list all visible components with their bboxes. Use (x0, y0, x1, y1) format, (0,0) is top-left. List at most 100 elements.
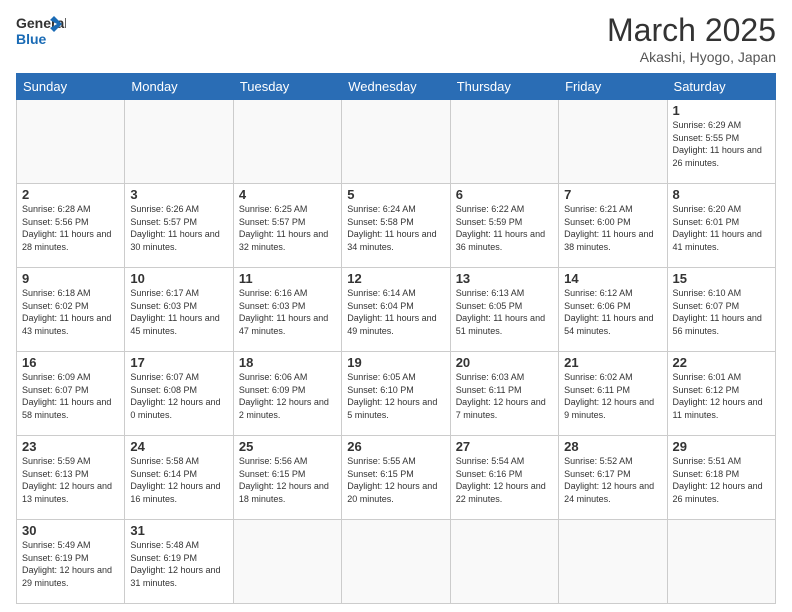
table-cell: 27Sunrise: 5:54 AM Sunset: 6:16 PM Dayli… (450, 436, 558, 520)
day-number: 9 (22, 271, 119, 286)
day-info: Sunrise: 5:59 AM Sunset: 6:13 PM Dayligh… (22, 455, 119, 505)
header-sunday: Sunday (17, 74, 125, 100)
table-cell: 30Sunrise: 5:49 AM Sunset: 6:19 PM Dayli… (17, 520, 125, 604)
day-number: 8 (673, 187, 770, 202)
header-saturday: Saturday (667, 74, 775, 100)
day-info: Sunrise: 6:24 AM Sunset: 5:58 PM Dayligh… (347, 203, 444, 253)
table-cell: 3Sunrise: 6:26 AM Sunset: 5:57 PM Daylig… (125, 184, 233, 268)
table-cell: 1Sunrise: 6:29 AM Sunset: 5:55 PM Daylig… (667, 100, 775, 184)
day-info: Sunrise: 5:49 AM Sunset: 6:19 PM Dayligh… (22, 539, 119, 589)
week-row-6: 30Sunrise: 5:49 AM Sunset: 6:19 PM Dayli… (17, 520, 776, 604)
day-number: 15 (673, 271, 770, 286)
day-info: Sunrise: 6:02 AM Sunset: 6:11 PM Dayligh… (564, 371, 661, 421)
weekday-header-row: Sunday Monday Tuesday Wednesday Thursday… (17, 74, 776, 100)
table-cell (667, 520, 775, 604)
day-number: 7 (564, 187, 661, 202)
table-cell: 19Sunrise: 6:05 AM Sunset: 6:10 PM Dayli… (342, 352, 450, 436)
day-info: Sunrise: 6:16 AM Sunset: 6:03 PM Dayligh… (239, 287, 336, 337)
table-cell: 26Sunrise: 5:55 AM Sunset: 6:15 PM Dayli… (342, 436, 450, 520)
logo: General Blue (16, 12, 66, 50)
table-cell: 13Sunrise: 6:13 AM Sunset: 6:05 PM Dayli… (450, 268, 558, 352)
table-cell (342, 520, 450, 604)
table-cell (342, 100, 450, 184)
table-cell: 10Sunrise: 6:17 AM Sunset: 6:03 PM Dayli… (125, 268, 233, 352)
table-cell: 18Sunrise: 6:06 AM Sunset: 6:09 PM Dayli… (233, 352, 341, 436)
day-number: 1 (673, 103, 770, 118)
table-cell: 12Sunrise: 6:14 AM Sunset: 6:04 PM Dayli… (342, 268, 450, 352)
table-cell: 29Sunrise: 5:51 AM Sunset: 6:18 PM Dayli… (667, 436, 775, 520)
day-info: Sunrise: 6:20 AM Sunset: 6:01 PM Dayligh… (673, 203, 770, 253)
day-number: 31 (130, 523, 227, 538)
table-cell (233, 100, 341, 184)
table-cell: 8Sunrise: 6:20 AM Sunset: 6:01 PM Daylig… (667, 184, 775, 268)
day-number: 6 (456, 187, 553, 202)
day-number: 30 (22, 523, 119, 538)
location: Akashi, Hyogo, Japan (607, 49, 776, 65)
day-number: 26 (347, 439, 444, 454)
day-number: 10 (130, 271, 227, 286)
svg-text:Blue: Blue (16, 31, 47, 47)
title-block: March 2025 Akashi, Hyogo, Japan (607, 12, 776, 65)
table-cell: 20Sunrise: 6:03 AM Sunset: 6:11 PM Dayli… (450, 352, 558, 436)
day-info: Sunrise: 6:06 AM Sunset: 6:09 PM Dayligh… (239, 371, 336, 421)
table-cell: 24Sunrise: 5:58 AM Sunset: 6:14 PM Dayli… (125, 436, 233, 520)
table-cell: 31Sunrise: 5:48 AM Sunset: 6:19 PM Dayli… (125, 520, 233, 604)
table-cell: 6Sunrise: 6:22 AM Sunset: 5:59 PM Daylig… (450, 184, 558, 268)
page: General Blue March 2025 Akashi, Hyogo, J… (0, 0, 792, 612)
day-info: Sunrise: 6:01 AM Sunset: 6:12 PM Dayligh… (673, 371, 770, 421)
table-cell: 23Sunrise: 5:59 AM Sunset: 6:13 PM Dayli… (17, 436, 125, 520)
day-info: Sunrise: 5:55 AM Sunset: 6:15 PM Dayligh… (347, 455, 444, 505)
day-number: 4 (239, 187, 336, 202)
header: General Blue March 2025 Akashi, Hyogo, J… (16, 12, 776, 65)
day-info: Sunrise: 6:18 AM Sunset: 6:02 PM Dayligh… (22, 287, 119, 337)
day-info: Sunrise: 5:56 AM Sunset: 6:15 PM Dayligh… (239, 455, 336, 505)
day-info: Sunrise: 6:05 AM Sunset: 6:10 PM Dayligh… (347, 371, 444, 421)
week-row-5: 23Sunrise: 5:59 AM Sunset: 6:13 PM Dayli… (17, 436, 776, 520)
table-cell: 16Sunrise: 6:09 AM Sunset: 6:07 PM Dayli… (17, 352, 125, 436)
day-info: Sunrise: 6:13 AM Sunset: 6:05 PM Dayligh… (456, 287, 553, 337)
month-title: March 2025 (607, 12, 776, 49)
day-number: 12 (347, 271, 444, 286)
day-info: Sunrise: 6:14 AM Sunset: 6:04 PM Dayligh… (347, 287, 444, 337)
day-info: Sunrise: 6:17 AM Sunset: 6:03 PM Dayligh… (130, 287, 227, 337)
day-number: 5 (347, 187, 444, 202)
day-number: 20 (456, 355, 553, 370)
day-info: Sunrise: 6:03 AM Sunset: 6:11 PM Dayligh… (456, 371, 553, 421)
day-number: 19 (347, 355, 444, 370)
day-number: 11 (239, 271, 336, 286)
day-info: Sunrise: 6:25 AM Sunset: 5:57 PM Dayligh… (239, 203, 336, 253)
table-cell (559, 100, 667, 184)
table-cell: 11Sunrise: 6:16 AM Sunset: 6:03 PM Dayli… (233, 268, 341, 352)
day-number: 23 (22, 439, 119, 454)
day-info: Sunrise: 6:29 AM Sunset: 5:55 PM Dayligh… (673, 119, 770, 169)
table-cell (17, 100, 125, 184)
day-number: 25 (239, 439, 336, 454)
day-number: 18 (239, 355, 336, 370)
day-info: Sunrise: 6:21 AM Sunset: 6:00 PM Dayligh… (564, 203, 661, 253)
table-cell: 7Sunrise: 6:21 AM Sunset: 6:00 PM Daylig… (559, 184, 667, 268)
header-monday: Monday (125, 74, 233, 100)
table-cell: 21Sunrise: 6:02 AM Sunset: 6:11 PM Dayli… (559, 352, 667, 436)
day-number: 28 (564, 439, 661, 454)
table-cell: 2Sunrise: 6:28 AM Sunset: 5:56 PM Daylig… (17, 184, 125, 268)
table-cell (450, 520, 558, 604)
day-info: Sunrise: 6:10 AM Sunset: 6:07 PM Dayligh… (673, 287, 770, 337)
table-cell: 14Sunrise: 6:12 AM Sunset: 6:06 PM Dayli… (559, 268, 667, 352)
week-row-1: 1Sunrise: 6:29 AM Sunset: 5:55 PM Daylig… (17, 100, 776, 184)
header-friday: Friday (559, 74, 667, 100)
day-number: 13 (456, 271, 553, 286)
day-number: 14 (564, 271, 661, 286)
day-info: Sunrise: 6:09 AM Sunset: 6:07 PM Dayligh… (22, 371, 119, 421)
day-number: 27 (456, 439, 553, 454)
day-info: Sunrise: 5:54 AM Sunset: 6:16 PM Dayligh… (456, 455, 553, 505)
day-number: 16 (22, 355, 119, 370)
day-number: 22 (673, 355, 770, 370)
week-row-3: 9Sunrise: 6:18 AM Sunset: 6:02 PM Daylig… (17, 268, 776, 352)
generalblue-logo-icon: General Blue (16, 12, 66, 50)
table-cell: 15Sunrise: 6:10 AM Sunset: 6:07 PM Dayli… (667, 268, 775, 352)
day-info: Sunrise: 6:22 AM Sunset: 5:59 PM Dayligh… (456, 203, 553, 253)
header-tuesday: Tuesday (233, 74, 341, 100)
table-cell: 22Sunrise: 6:01 AM Sunset: 6:12 PM Dayli… (667, 352, 775, 436)
table-cell (233, 520, 341, 604)
table-cell: 9Sunrise: 6:18 AM Sunset: 6:02 PM Daylig… (17, 268, 125, 352)
